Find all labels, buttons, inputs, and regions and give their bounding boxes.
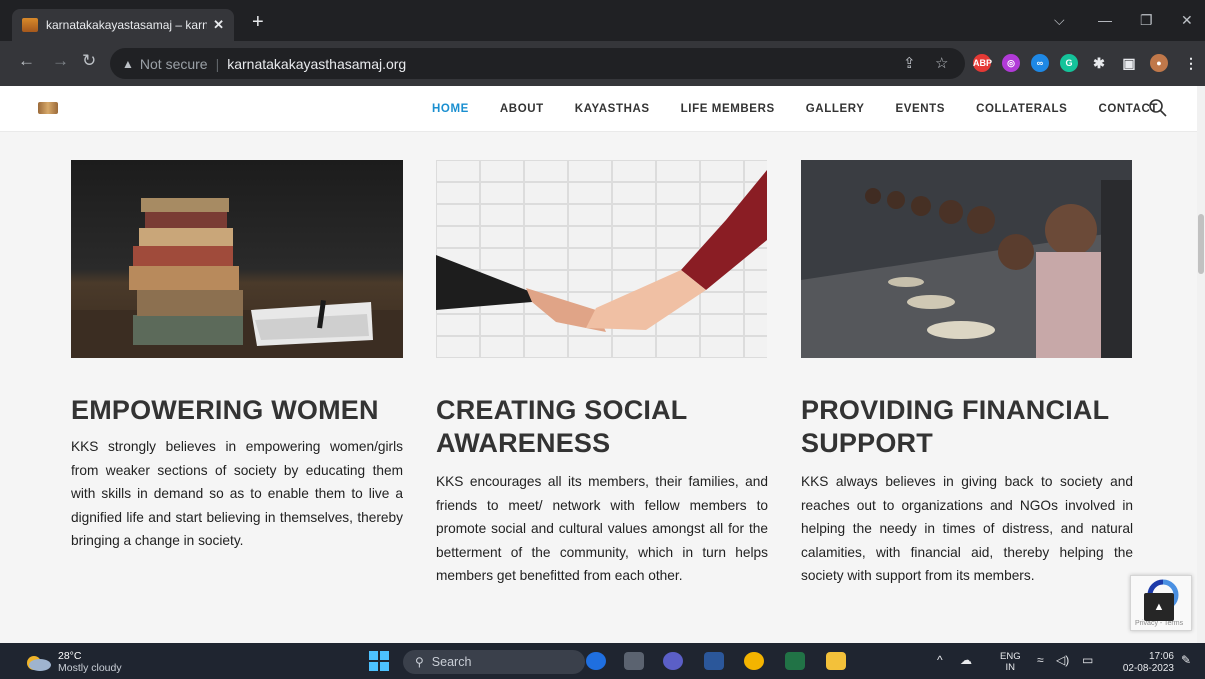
card-body-financial-support: KKS always believes in giving back to so…: [801, 474, 1133, 583]
tab-search-chevron-icon[interactable]: ⌵: [1054, 12, 1065, 29]
nav-gallery[interactable]: GALLERY: [806, 103, 865, 115]
language-code: ENG: [1000, 651, 1021, 662]
page-scrollbar[interactable]: [1197, 86, 1205, 643]
weather-temperature: 28°C: [58, 650, 82, 662]
browser-tab[interactable]: karnatakakayastasamaj – karnatak ✕: [12, 9, 234, 41]
weather-condition: Mostly cloudy: [58, 662, 122, 674]
webpage: HOME ABOUT KAYASTHAS LIFE MEMBERS GALLER…: [0, 86, 1197, 643]
clock-time: 17:06: [1148, 651, 1174, 662]
windows-start-icon[interactable]: [369, 651, 389, 671]
word-icon[interactable]: [704, 652, 724, 670]
card-title-empowering-women: EMPOWERING WOMEN: [71, 395, 379, 425]
card-body-social-awareness: KKS encourages all its members, their fa…: [436, 474, 768, 583]
wifi-icon[interactable]: ≈: [1037, 653, 1044, 667]
file-explorer-icon[interactable]: [826, 652, 846, 670]
region-code: IN: [1005, 662, 1016, 673]
adblock-extension-icon[interactable]: ABP: [973, 54, 992, 72]
side-panel-icon[interactable]: ▣: [1120, 54, 1138, 72]
forward-button[interactable]: →: [52, 51, 69, 71]
security-status[interactable]: Not secure: [140, 56, 208, 72]
cloud-icon: [27, 656, 51, 671]
teams-icon[interactable]: [663, 652, 683, 670]
extension-circle-icon[interactable]: ◎: [1002, 54, 1020, 72]
warning-icon[interactable]: ▲: [122, 57, 134, 71]
address-bar[interactable]: ▲ Not secure | karnatakakayasthasamaj.or…: [110, 48, 965, 79]
browser-menu-icon[interactable]: ⋮: [1182, 54, 1200, 72]
search-icon[interactable]: [1148, 98, 1168, 118]
weather-widget[interactable]: 28°C Mostly cloudy: [24, 650, 122, 674]
tab-close-icon[interactable]: ✕: [213, 17, 224, 33]
children-eating-image: [801, 160, 1132, 358]
close-window-button[interactable]: ✕: [1181, 12, 1193, 29]
volume-icon[interactable]: ◁): [1056, 653, 1069, 667]
show-hidden-icons-chevron-icon[interactable]: ^: [937, 653, 943, 667]
system-clock[interactable]: 17:06 02-08-2023: [1110, 651, 1174, 675]
extensions-puzzle-icon[interactable]: ✱: [1090, 54, 1108, 72]
extension-infinity-icon[interactable]: ∞: [1031, 54, 1049, 72]
taskbar-search-placeholder: Search: [431, 655, 472, 669]
bing-icon[interactable]: [586, 652, 606, 670]
site-logo[interactable]: [38, 102, 58, 114]
stack-of-books-image: [71, 160, 403, 358]
task-view-icon[interactable]: [624, 652, 644, 670]
nav-home[interactable]: HOME: [432, 103, 469, 115]
url-text[interactable]: karnatakakayasthasamaj.org: [227, 56, 406, 72]
main-navigation: HOME ABOUT KAYASTHAS LIFE MEMBERS GALLER…: [432, 86, 1189, 132]
clock-date: 02-08-2023: [1122, 663, 1174, 674]
site-favicon-icon: [22, 18, 38, 32]
taskbar-search[interactable]: ⚲ Search: [403, 650, 585, 674]
recaptcha-privacy-terms[interactable]: Privacy - Terms: [1135, 620, 1183, 627]
nav-events[interactable]: EVENTS: [895, 103, 945, 115]
scrollbar-thumb[interactable]: [1198, 214, 1204, 274]
scroll-to-top-button[interactable]: ▲: [1144, 593, 1174, 621]
nav-kayasthas[interactable]: KAYASTHAS: [575, 103, 650, 115]
taskbar-search-icon: ⚲: [415, 655, 424, 669]
browser-tab-strip: karnatakakayastasamaj – karnatak ✕ + ⌵ —…: [0, 0, 1205, 41]
excel-icon[interactable]: [785, 652, 805, 670]
card-body-empowering-women: KKS strongly believes in empowering wome…: [71, 439, 403, 548]
profile-avatar[interactable]: ●: [1150, 54, 1168, 72]
card-title-financial-support: PROVIDING FINANCIAL SUPPORT: [801, 395, 1109, 458]
restore-button[interactable]: ❐: [1140, 12, 1153, 29]
card-title-social-awareness: CREATING SOCIAL AWARENESS: [436, 395, 688, 458]
back-button[interactable]: ←: [18, 51, 35, 71]
battery-icon[interactable]: ▭: [1082, 653, 1093, 667]
bookmark-star-icon[interactable]: ☆: [935, 54, 948, 72]
site-header: HOME ABOUT KAYASTHAS LIFE MEMBERS GALLER…: [0, 86, 1197, 132]
address-separator: |: [215, 55, 220, 72]
reload-button[interactable]: ↻: [82, 51, 96, 71]
tab-title: karnatakakayastasamaj – karnatak: [46, 18, 208, 32]
nav-life-members[interactable]: LIFE MEMBERS: [681, 103, 775, 115]
nav-collaterals[interactable]: COLLATERALS: [976, 103, 1067, 115]
grammarly-extension-icon[interactable]: G: [1060, 54, 1078, 72]
minimize-button[interactable]: —: [1098, 12, 1112, 28]
chrome-icon[interactable]: [744, 652, 764, 670]
browser-toolbar: ← → ↻ ▲ Not secure | karnatakakayasthasa…: [0, 41, 1205, 86]
handshake-image: [436, 160, 767, 358]
nav-about[interactable]: ABOUT: [500, 103, 544, 115]
notification-icon[interactable]: ✎: [1181, 653, 1191, 667]
share-icon[interactable]: ⇪: [903, 54, 916, 72]
new-tab-button[interactable]: +: [252, 12, 264, 32]
onedrive-icon[interactable]: ☁: [960, 653, 972, 667]
language-indicator[interactable]: ENG IN: [1000, 651, 1021, 673]
windows-taskbar: 28°C Mostly cloudy ⚲ Search ^ ☁ ENG IN ≈…: [0, 643, 1205, 679]
